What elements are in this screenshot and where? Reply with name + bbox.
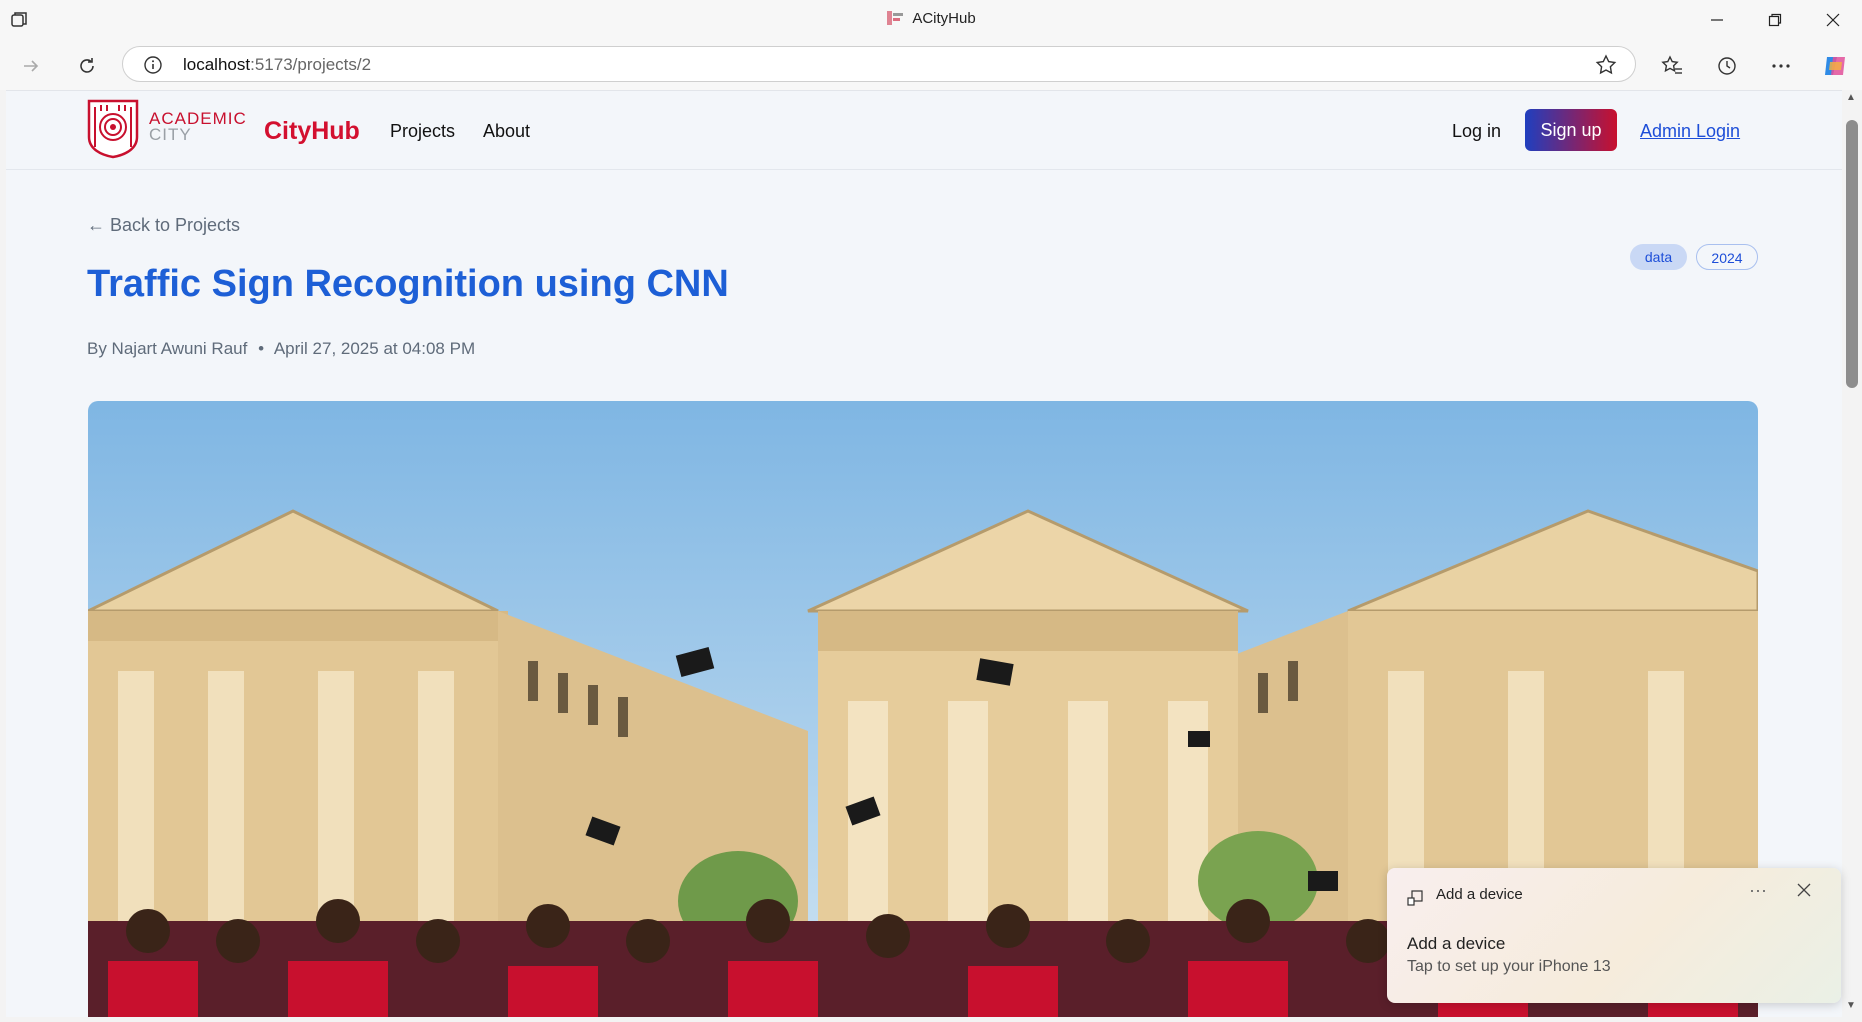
minimize-button[interactable] bbox=[1694, 4, 1740, 36]
window-title-text: ACityHub bbox=[912, 10, 976, 27]
nav-projects[interactable]: Projects bbox=[390, 121, 455, 142]
url-text: localhost:5173/projects/2 bbox=[183, 55, 372, 74]
page-scrollbar[interactable]: ▲ ▼ bbox=[1842, 90, 1862, 1016]
close-window-button[interactable] bbox=[1810, 4, 1856, 36]
signup-button[interactable]: Sign up bbox=[1525, 109, 1617, 151]
author: By Najart Awuni Rauf bbox=[87, 339, 248, 358]
site-info-icon[interactable] bbox=[143, 55, 163, 80]
back-to-projects-link[interactable]: ← Back to Projects bbox=[87, 215, 240, 236]
add-device-notification[interactable]: Add a device ··· Add a device Tap to set… bbox=[1387, 868, 1841, 1003]
scroll-up-arrow-icon[interactable]: ▲ bbox=[1846, 92, 1856, 103]
login-link[interactable]: Log in bbox=[1452, 121, 1501, 142]
project-byline: By Najart Awuni Rauf • April 27, 2025 at… bbox=[87, 339, 475, 359]
notification-subtitle: Tap to set up your iPhone 13 bbox=[1407, 958, 1611, 975]
admin-login-link[interactable]: Admin Login bbox=[1640, 121, 1740, 142]
brand-name[interactable]: CityHub bbox=[264, 117, 360, 146]
crest-icon bbox=[87, 99, 139, 159]
page-title: Traffic Sign Recognition using CNN bbox=[87, 263, 729, 305]
window-title: ACityHub bbox=[0, 10, 1862, 27]
logo-text-city: CITY bbox=[149, 125, 192, 144]
browser-titlebar: ACityHub bbox=[0, 0, 1862, 40]
history-icon[interactable] bbox=[1711, 50, 1743, 82]
favorites-icon[interactable] bbox=[1656, 50, 1688, 82]
forward-button[interactable] bbox=[14, 49, 48, 83]
refresh-button[interactable] bbox=[70, 49, 104, 83]
notification-title: Add a device bbox=[1407, 934, 1506, 953]
device-icon bbox=[1407, 890, 1423, 911]
restore-button[interactable] bbox=[1752, 4, 1798, 36]
browser-toolbar: localhost:5173/projects/2 bbox=[0, 40, 1862, 90]
nav-about[interactable]: About bbox=[483, 121, 530, 142]
tag-data[interactable]: data bbox=[1630, 244, 1687, 270]
tag-year[interactable]: 2024 bbox=[1696, 244, 1758, 270]
notification-close-icon[interactable] bbox=[1797, 883, 1811, 902]
notification-header: Add a device bbox=[1436, 886, 1523, 903]
notification-more-icon[interactable]: ··· bbox=[1749, 880, 1767, 901]
post-date: April 27, 2025 at 04:08 PM bbox=[273, 339, 476, 358]
more-options-icon[interactable] bbox=[1765, 50, 1797, 82]
favicon-icon bbox=[886, 10, 904, 26]
byline-separator: • bbox=[258, 339, 265, 358]
site-header: ACADEMIC CITY CityHub Projects About Log… bbox=[6, 91, 1842, 170]
address-bar[interactable]: localhost:5173/projects/2 bbox=[122, 46, 1636, 82]
copilot-icon[interactable] bbox=[1819, 50, 1851, 82]
scrollbar-thumb[interactable] bbox=[1846, 120, 1858, 388]
scroll-down-arrow-icon[interactable]: ▼ bbox=[1846, 1000, 1856, 1011]
favorite-star-icon[interactable] bbox=[1595, 54, 1617, 81]
